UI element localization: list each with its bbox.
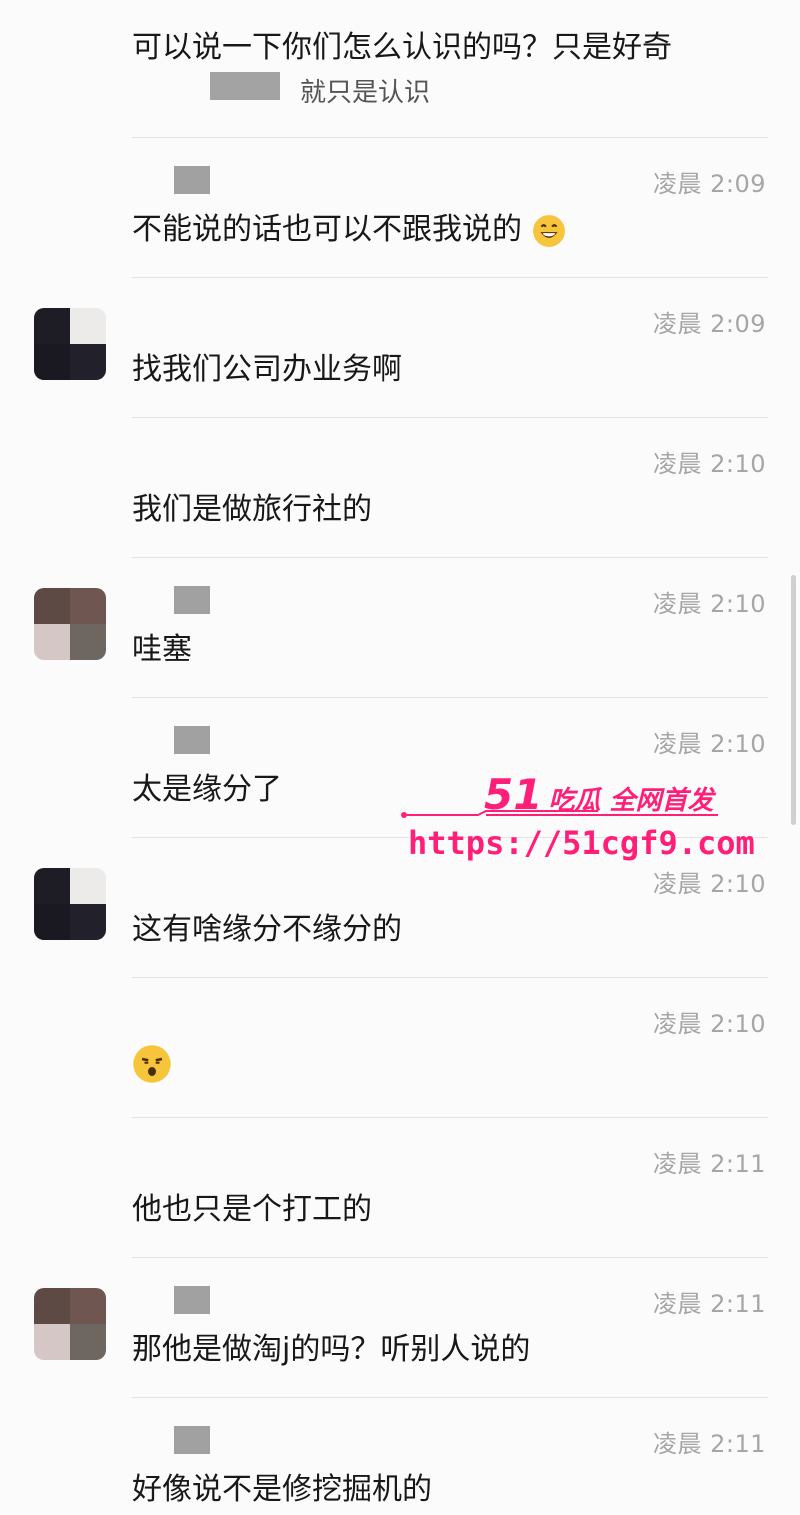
avatar[interactable] [34, 308, 106, 380]
chat-message[interactable]: 凌晨 2:11 他也只是个打工的 [0, 1118, 800, 1258]
message-text: 不能说的话也可以不跟我说的 [132, 204, 566, 248]
quoted-sender-name-blurred [210, 72, 280, 100]
message-text: 可以说一下你们怎么认识的吗？只是好奇 [132, 30, 672, 65]
message-time: 凌晨 2:11 [652, 1150, 766, 1178]
message-time: 凌晨 2:09 [652, 310, 766, 338]
avatar[interactable] [34, 588, 106, 660]
message-text: 好像说不是修挖掘机的 [132, 1472, 432, 1507]
chat-message[interactable]: 凌晨 2:09 不能说的话也可以不跟我说的 [0, 138, 800, 278]
message-text: 我们是做旅行社的 [132, 492, 372, 527]
message-text: 那他是做淘j的吗？听别人说的 [132, 1332, 531, 1367]
chat-message-top-fragment[interactable]: 可以说一下你们怎么认识的吗？只是好奇 就只是认识 [0, 0, 800, 140]
message-text: 他也只是个打工的 [132, 1192, 372, 1227]
message-text [132, 1044, 172, 1084]
message-time: 凌晨 2:11 [652, 1290, 766, 1318]
sender-name-blurred [174, 1286, 210, 1314]
chat-history[interactable]: 可以说一下你们怎么认识的吗？只是好奇 就只是认识 凌晨 2:09 不能说的话也可… [0, 0, 800, 1515]
message-time: 凌晨 2:10 [652, 730, 766, 758]
message-time: 凌晨 2:10 [652, 450, 766, 478]
sender-name-blurred [174, 166, 210, 194]
message-text: 找我们公司办业务啊 [132, 352, 402, 387]
chat-message[interactable]: 凌晨 2:09 找我们公司办业务啊 [0, 278, 800, 418]
sender-name-blurred [174, 586, 210, 614]
message-time: 凌晨 2:11 [652, 1430, 766, 1458]
message-text: 哇塞 [132, 632, 192, 667]
watermark: 51 吃瓜 全网首发 https://51cgf9.com [398, 762, 755, 882]
grinning-face-icon [532, 214, 565, 247]
scrollbar[interactable] [791, 575, 796, 825]
message-text: 太是缘分了 [132, 772, 282, 807]
kiss-face-icon [133, 1045, 171, 1083]
chat-message[interactable]: 凌晨 2:11 好像说不是修挖掘机的 [0, 1398, 800, 1515]
chat-message[interactable]: 凌晨 2:10 我们是做旅行社的 [0, 418, 800, 558]
sender-name-blurred [174, 1426, 210, 1454]
avatar[interactable] [34, 1288, 106, 1360]
chat-message[interactable]: 凌晨 2:10 哇塞 [0, 558, 800, 698]
sender-name-blurred [174, 726, 210, 754]
quoted-message-preview: 就只是认识 [300, 78, 431, 108]
message-text: 这有啥缘分不缘分的 [132, 912, 402, 947]
message-time: 凌晨 2:09 [652, 170, 766, 198]
message-time: 凌晨 2:10 [652, 590, 766, 618]
chat-message[interactable]: 凌晨 2:11 那他是做淘j的吗？听别人说的 [0, 1258, 800, 1398]
avatar[interactable] [34, 868, 106, 940]
chat-message[interactable]: 凌晨 2:10 [0, 978, 800, 1118]
watermark-circuit-line [401, 810, 718, 818]
watermark-url: https://51cgf9.com [408, 824, 755, 862]
message-text-body: 不能说的话也可以不跟我说的 [132, 212, 522, 247]
message-time: 凌晨 2:10 [652, 1010, 766, 1038]
